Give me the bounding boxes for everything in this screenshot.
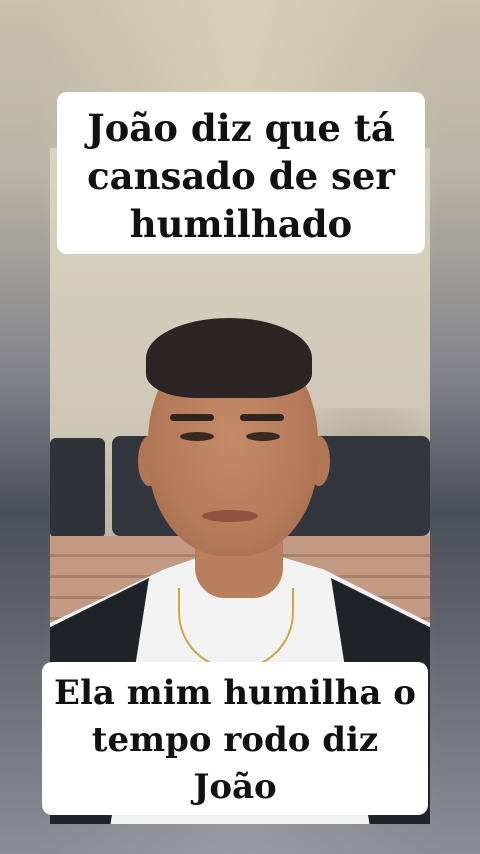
- caption-bottom-line-3: João: [193, 767, 277, 807]
- eye-left: [180, 432, 214, 441]
- caption-top-line-2: cansado de ser: [87, 154, 395, 198]
- sofa-cushion-left: [50, 438, 105, 538]
- caption-top-line-3: humilhado: [129, 202, 353, 246]
- caption-top-line-1: João diz que tá: [87, 106, 395, 150]
- eyebrow-left: [170, 414, 214, 421]
- eyebrow-right: [240, 414, 284, 421]
- caption-bottom-line-2: tempo rodo diz: [91, 720, 379, 760]
- caption-bottom: Ela mim humilha o tempo rodo diz João: [42, 662, 428, 815]
- caption-bottom-line-1: Ela mim humilha o: [54, 673, 416, 713]
- eye-right: [246, 432, 280, 441]
- caption-top: João diz que tá cansado de ser humilhado: [57, 92, 425, 254]
- person-hair: [146, 318, 312, 398]
- mouth: [202, 510, 258, 522]
